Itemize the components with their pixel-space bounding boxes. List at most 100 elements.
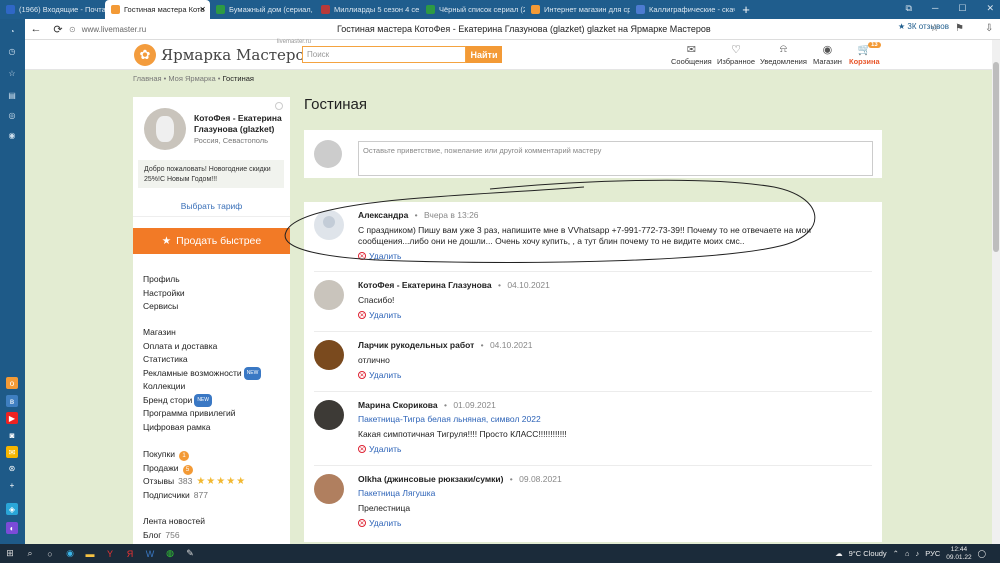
reload-icon[interactable]: ⟳ bbox=[47, 23, 69, 36]
menu-item-payment[interactable]: Оплата и доставка bbox=[143, 340, 261, 354]
ok-icon[interactable]: о bbox=[6, 377, 18, 389]
menu-item-services[interactable]: Сервисы bbox=[143, 300, 185, 314]
search-input[interactable]: Поиск bbox=[302, 46, 466, 63]
menu-item-blog[interactable]: Блог 756 bbox=[143, 529, 205, 543]
tab-mail[interactable]: (1966) Входящие - Почта bbox=[0, 0, 105, 19]
choose-tariff-link[interactable]: Выбрать тариф bbox=[133, 201, 290, 211]
avatar[interactable] bbox=[314, 400, 344, 430]
cortana-icon[interactable]: ○ bbox=[40, 544, 60, 563]
word-icon[interactable]: W bbox=[140, 544, 160, 563]
menu-item-shop[interactable]: Магазин bbox=[143, 326, 261, 340]
menu-item-reviews[interactable]: Отзывы 383 ★★★★★ bbox=[143, 475, 246, 489]
paint-icon[interactable]: ✎ bbox=[180, 544, 200, 563]
tab-calligraphy[interactable]: Каллиграфические - скач bbox=[630, 0, 735, 19]
alice-icon[interactable]: ◐ bbox=[6, 522, 18, 534]
comment-author[interactable]: Марина Скорикова bbox=[358, 400, 438, 410]
yandex-icon[interactable]: Y bbox=[100, 544, 120, 563]
bookmark-icon[interactable]: ☆ bbox=[930, 23, 939, 34]
vk-icon[interactable]: в bbox=[6, 395, 18, 407]
network-icon[interactable]: ⌂ bbox=[905, 549, 910, 558]
avatar[interactable] bbox=[314, 280, 344, 310]
weather-text[interactable]: 9°C Cloudy bbox=[849, 549, 887, 558]
explorer-icon[interactable]: ▬ bbox=[80, 544, 100, 563]
history-icon[interactable]: ◷ bbox=[6, 45, 18, 57]
zen-icon[interactable]: ◎ bbox=[6, 109, 18, 121]
messages-menu[interactable]: ✉ Сообщения bbox=[671, 43, 712, 66]
comment-input[interactable]: Оставьте приветствие, пожелание или друг… bbox=[358, 141, 873, 176]
tab-billions[interactable]: Миллиарды 5 сезон 4 се bbox=[315, 0, 420, 19]
close-tab-icon[interactable]: ✕ bbox=[199, 5, 206, 14]
menu-item-news[interactable]: Лента новостей bbox=[143, 515, 205, 529]
close-icon[interactable] bbox=[275, 102, 283, 110]
flag-icon[interactable]: ⚑ bbox=[955, 23, 964, 34]
comment-author[interactable]: Александра bbox=[358, 210, 408, 220]
add-panel-icon[interactable]: + bbox=[6, 479, 18, 491]
menu-item-privileges[interactable]: Программа привилегий bbox=[143, 407, 261, 421]
youtube-icon[interactable]: ▶ bbox=[6, 412, 18, 424]
site-logo[interactable]: ✿ Ярмарка Мастеров livemaster.ru bbox=[134, 39, 313, 66]
start-icon[interactable]: ⊞ bbox=[0, 544, 20, 563]
close-window-icon[interactable]: ✕ bbox=[986, 3, 994, 14]
notifications-menu[interactable]: ⍾ Уведомления bbox=[760, 43, 807, 66]
delete-button[interactable]: ✕ Удалить bbox=[358, 444, 401, 454]
reading-icon[interactable]: ▤ bbox=[6, 89, 18, 101]
breadcrumb-home[interactable]: Главная bbox=[133, 74, 162, 83]
shop-menu[interactable]: ◉ Магазин bbox=[813, 43, 842, 66]
menu-item-purchases[interactable]: Покупки 1 bbox=[143, 448, 246, 462]
search-icon[interactable]: ⌕ bbox=[20, 544, 40, 563]
profile-name[interactable]: КотоФея - Екатерина Глазунова (glazket) bbox=[194, 113, 286, 135]
minimize-icon[interactable]: ─ bbox=[932, 3, 938, 14]
tab-gostinaya[interactable]: Гостиная мастера Кото ✕ bbox=[105, 0, 210, 19]
volume-icon[interactable]: ♪ bbox=[916, 549, 920, 558]
favorites-menu[interactable]: ♡ Избранное bbox=[717, 43, 755, 66]
collections-icon[interactable]: ⧉ bbox=[906, 3, 912, 14]
comment-author[interactable]: Ларчик рукодельных работ bbox=[358, 340, 474, 350]
mail-app-icon[interactable]: ✉ bbox=[6, 446, 18, 458]
edge-icon[interactable]: ◉ bbox=[60, 544, 80, 563]
menu-item-digital-frame[interactable]: Цифровая рамка bbox=[143, 421, 261, 435]
delete-button[interactable]: ✕ Удалить bbox=[358, 310, 401, 320]
menu-item-ads[interactable]: Рекламные возможности NEW bbox=[143, 366, 262, 380]
instagram-icon[interactable]: ◙ bbox=[6, 429, 18, 441]
product-link[interactable]: Пакетница Лягушка bbox=[358, 488, 435, 498]
menu-item-profile[interactable]: Профиль bbox=[143, 273, 185, 287]
menu-item-brand[interactable]: Бренд стори NEW bbox=[143, 393, 261, 407]
delete-button[interactable]: ✕ Удалить bbox=[358, 518, 401, 528]
comment-author[interactable]: КотоФея - Екатерина Глазунова bbox=[358, 280, 492, 290]
delete-button[interactable]: ✕ Удалить bbox=[358, 251, 401, 261]
apps-icon[interactable]: ⊛ bbox=[6, 462, 18, 474]
messenger-icon[interactable]: ◈ bbox=[6, 503, 18, 515]
breadcrumb-my[interactable]: Моя Ярмарка bbox=[168, 74, 215, 83]
avatar[interactable] bbox=[314, 340, 344, 370]
menu-item-settings[interactable]: Настройки bbox=[143, 287, 185, 301]
tab-shop[interactable]: Интернет магазин для ср bbox=[525, 0, 630, 19]
clock[interactable]: 12:44 09.01.22 bbox=[946, 546, 971, 561]
avatar[interactable] bbox=[144, 108, 186, 150]
menu-item-sales[interactable]: Продажи 5 bbox=[143, 462, 246, 476]
maximize-icon[interactable]: ☐ bbox=[958, 3, 966, 14]
menu-item-stats[interactable]: Статистика bbox=[143, 353, 261, 367]
tab-paper-house[interactable]: Бумажный дом (сериал, bbox=[210, 0, 315, 19]
notification-icon[interactable]: ◔ bbox=[6, 25, 18, 37]
menu-item-collections[interactable]: Коллекции bbox=[143, 380, 261, 394]
yandex-browser-icon[interactable]: Я bbox=[120, 544, 140, 563]
back-icon[interactable]: ← bbox=[25, 23, 47, 35]
sell-faster-button[interactable]: ★ Продать быстрее bbox=[133, 228, 290, 254]
url-field[interactable]: www.livemaster.ru bbox=[82, 25, 322, 34]
download-icon[interactable]: ⇩ bbox=[985, 23, 993, 34]
chevron-up-icon[interactable]: ⌃ bbox=[893, 549, 899, 558]
new-tab-icon[interactable]: + bbox=[739, 2, 753, 17]
product-link[interactable]: Пакетница-Тигра белая льняная, символ 20… bbox=[358, 414, 541, 424]
find-button[interactable]: Найти bbox=[466, 46, 502, 63]
reviews-link[interactable]: ★ 3К отзывов bbox=[898, 22, 949, 31]
chrome-icon[interactable]: ◍ bbox=[160, 544, 180, 563]
cart-menu[interactable]: 🛒 13 Корзина bbox=[849, 42, 881, 66]
delete-button[interactable]: ✕ Удалить bbox=[358, 370, 401, 380]
page-scrollbar[interactable] bbox=[992, 40, 1000, 544]
radio-icon[interactable]: ◉ bbox=[6, 129, 18, 141]
notification-center-icon[interactable]: ◯ bbox=[978, 549, 986, 558]
language-indicator[interactable]: РУС bbox=[925, 549, 940, 558]
avatar[interactable] bbox=[314, 474, 344, 504]
avatar[interactable] bbox=[314, 210, 344, 240]
tab-blacklist[interactable]: Чёрный список сериал (2 bbox=[420, 0, 525, 19]
